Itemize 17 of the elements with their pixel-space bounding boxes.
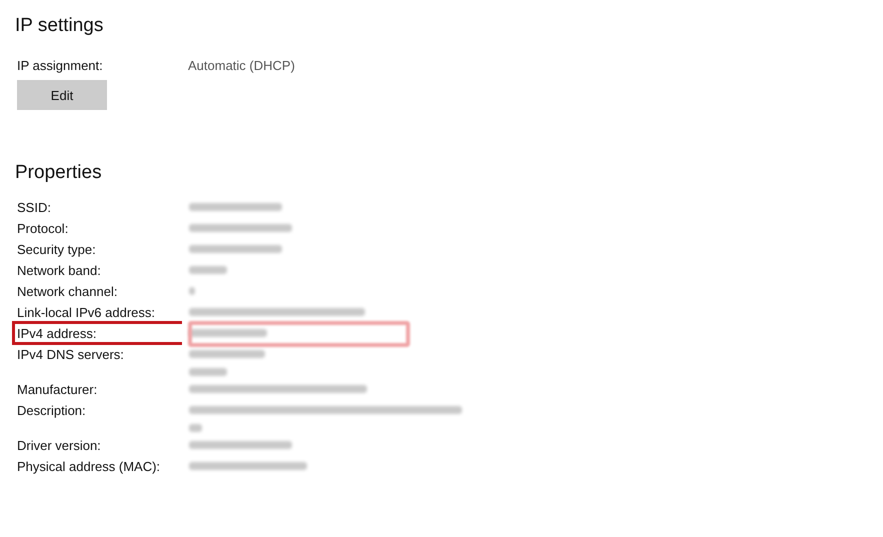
field-label: IP assignment: [17,58,104,74]
property-label: Driver version: [17,437,101,455]
property-label: Description: [17,402,86,420]
section-title: IP settings [15,14,104,38]
property-label: Manufacturer: [17,381,98,399]
property-label: Physical address (MAC): [17,458,160,476]
property-label: Security type: [17,241,96,259]
edit-button[interactable]: Edit [17,80,107,110]
section-title: Properties [15,161,103,185]
property-label: IPv4 DNS servers: [17,346,124,364]
property-label: Network channel: [17,283,118,301]
property-label: Link-local IPv6 address: [17,304,156,322]
property-label: Network band: [17,262,101,280]
property-label: SSID: [17,199,51,217]
field-value: Automatic (DHCP) [187,58,295,74]
property-label: Protocol: [17,220,68,238]
property-label: IPv4 address: [17,325,96,343]
